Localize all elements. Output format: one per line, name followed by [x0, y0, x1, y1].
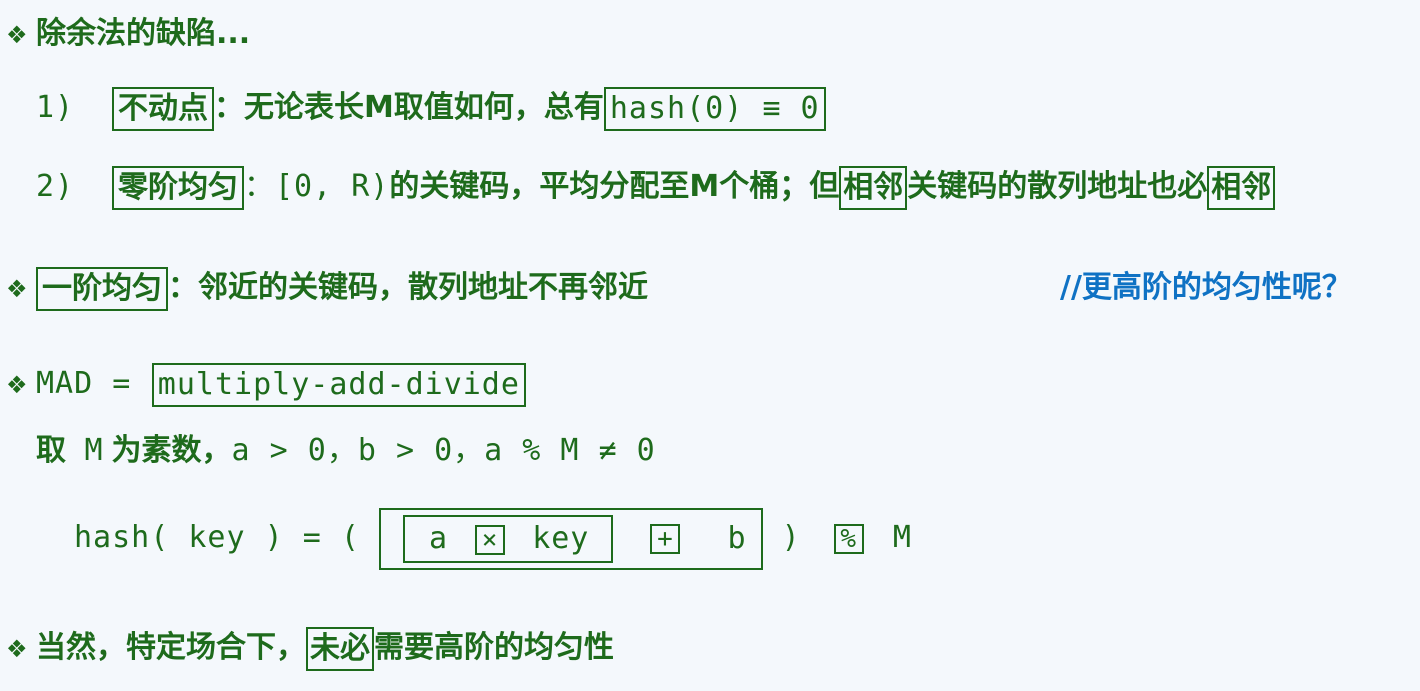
cond-expression: a > 0，b > 0，a % M ≠ 0 [231, 433, 656, 468]
mad-line: ❖ MAD = multiply-add-divide [6, 362, 526, 407]
footer-text: 需要高阶的均匀性 [374, 630, 614, 665]
formula-a: a [429, 521, 449, 556]
item-number: 1) [36, 90, 75, 125]
item-zero-order: 2) 零阶均匀 ：[0, R)的关键码，平均分配至M个桶；但 相邻 关键码的散列地址也必… [36, 165, 1276, 210]
keyword-box: 未必 [306, 626, 374, 671]
first-order-line: ❖ 一阶均匀 ：邻近的关键码，散列地址不再邻近 [6, 266, 648, 311]
mod-operator-icon: % [833, 523, 864, 554]
times-operator-icon: × [475, 524, 506, 555]
keyword-box: 零阶均匀 [112, 165, 244, 210]
title-line: ❖ 除余法的缺陷... [6, 12, 250, 57]
mad-label: MAD = [36, 366, 132, 401]
title-text: 除余法的缺陷... [36, 16, 251, 51]
formula-box: hash(0) ≡ 0 [603, 86, 826, 131]
item-text: ：无论表长M取值如何，总有 [214, 90, 604, 125]
footer-text: 当然，特定场合下， [36, 630, 306, 665]
keyword-box: 一阶均匀 [36, 266, 168, 311]
item-number: 2) [36, 169, 75, 204]
diamond-bullet-icon: ❖ [6, 20, 28, 49]
formula-lhs: hash( key ) = ( [74, 520, 360, 555]
cond-text: 取 [36, 433, 66, 468]
formula-m: M [892, 520, 912, 555]
keyword-box: 相邻 [1207, 165, 1276, 210]
diamond-bullet-icon: ❖ [6, 274, 28, 303]
mad-formula: hash( key ) = ( a × key + b ) % M [74, 507, 912, 570]
diamond-bullet-icon: ❖ [6, 370, 28, 399]
footer-line: ❖ 当然，特定场合下， 未必 需要高阶的均匀性 [6, 626, 614, 671]
cond-text: 为素数， [111, 433, 232, 468]
diamond-bullet-icon: ❖ [6, 634, 28, 663]
outer-formula-box: a × key + b [379, 507, 763, 570]
range-text: ：[0, R) [244, 169, 390, 204]
item-fixed-point: 1) 不动点 ：无论表长M取值如何，总有 hash(0) ≡ 0 [36, 86, 826, 131]
mad-conditions: 取 M 为素数，a > 0，b > 0，a % M ≠ 0 [36, 429, 656, 473]
formula-key: key [532, 521, 590, 556]
keyword-box: 相邻 [839, 165, 908, 210]
first-order-text: ：邻近的关键码，散列地址不再邻近 [168, 270, 648, 305]
higher-order-comment: //更高阶的均匀性呢？ [1060, 270, 1352, 305]
formula-b: b [727, 520, 747, 556]
keyword-box: 不动点 [112, 86, 214, 131]
cond-m: M [84, 433, 104, 468]
product-box: a × key [403, 515, 614, 563]
formula-close: ) [781, 520, 801, 555]
item-text: 的关键码，平均分配至M个桶；但 [389, 169, 840, 204]
mad-definition-box: multiply-add-divide [151, 362, 526, 407]
item-text: 关键码的散列地址也必 [907, 169, 1208, 204]
plus-operator-icon: + [650, 524, 681, 554]
